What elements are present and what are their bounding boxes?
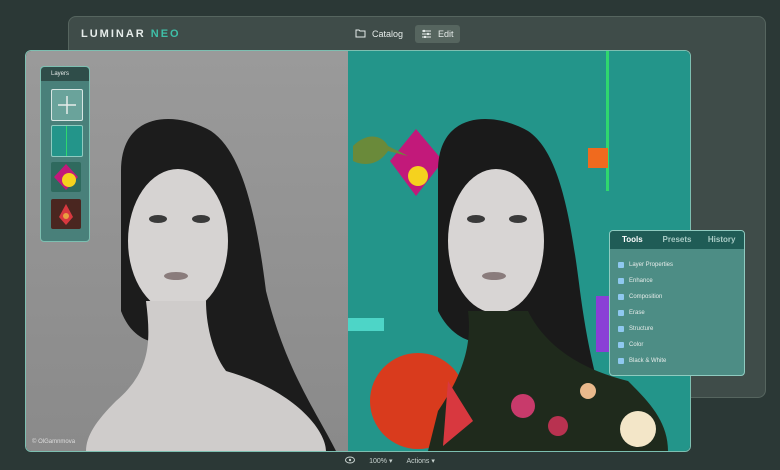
layer-thumb-flower[interactable]	[51, 162, 81, 192]
zoom-dropdown[interactable]: 100% ▾	[369, 457, 392, 465]
plus-icon	[58, 96, 76, 114]
tool-layer-properties[interactable]: Layer Properties	[618, 257, 673, 273]
purple-accent-block	[596, 296, 610, 352]
eye-icon[interactable]	[345, 456, 356, 466]
tab-history[interactable]: History	[699, 231, 744, 249]
tool-composition[interactable]: Composition	[618, 289, 673, 305]
layers-panel-title: Layers	[41, 67, 89, 81]
layer-thumb-teal[interactable]	[51, 125, 83, 157]
folder-icon	[355, 29, 366, 40]
tool-enhance[interactable]: Enhance	[618, 273, 673, 289]
tool-label: Enhance	[629, 278, 653, 284]
tools-tabs: Tools Presets History	[610, 231, 744, 249]
black-white-icon	[618, 358, 624, 364]
tool-erase[interactable]: Erase	[618, 305, 673, 321]
tool-label: Structure	[629, 326, 654, 332]
layer-properties-icon	[618, 262, 624, 268]
tool-structure[interactable]: Structure	[618, 321, 673, 337]
bottom-bar: 100% ▾ Actions ▾	[0, 452, 780, 470]
composition-icon	[618, 294, 624, 300]
sliders-icon	[421, 29, 432, 40]
tools-panel: Tools Presets History Layer Properties E…	[609, 230, 745, 376]
tool-label: Color	[629, 342, 644, 348]
color-icon	[618, 342, 624, 348]
tab-catalog-label: Catalog	[372, 29, 404, 39]
logo-accent: NEO	[150, 28, 181, 40]
tool-label: Black & White	[629, 358, 667, 364]
tab-edit[interactable]: Edit	[415, 25, 460, 43]
tool-label: Layer Properties	[629, 262, 674, 268]
erase-icon	[618, 310, 624, 316]
tab-edit-label: Edit	[438, 29, 454, 39]
layer-thumb-lily[interactable]	[51, 199, 81, 229]
logo-main: LUMINAR	[81, 28, 146, 40]
actions-dropdown[interactable]: Actions ▾	[406, 457, 434, 465]
tool-black-white[interactable]: Black & White	[618, 353, 673, 369]
tool-color[interactable]: Color	[618, 337, 673, 353]
tool-label: Erase	[629, 310, 645, 316]
app-logo: LUMINAR NEO	[81, 28, 181, 40]
layers-panel: Layers	[40, 66, 90, 242]
tool-label: Composition	[629, 294, 663, 300]
tab-tools[interactable]: Tools	[610, 231, 655, 249]
enhance-icon	[618, 278, 624, 284]
add-layer-button[interactable]	[51, 89, 83, 121]
photo-watermark: © OlGamnmova	[32, 439, 76, 445]
tab-catalog[interactable]: Catalog	[349, 25, 409, 43]
top-bar: LUMINAR NEO Catalog Edit	[69, 17, 765, 51]
image-canvas[interactable]: © OlGamnmova	[25, 50, 691, 452]
structure-icon	[618, 326, 624, 332]
tools-list: Layer Properties Enhance Composition Era…	[618, 257, 673, 369]
top-tabs: Catalog Edit	[349, 25, 460, 43]
tab-presets[interactable]: Presets	[655, 231, 700, 249]
